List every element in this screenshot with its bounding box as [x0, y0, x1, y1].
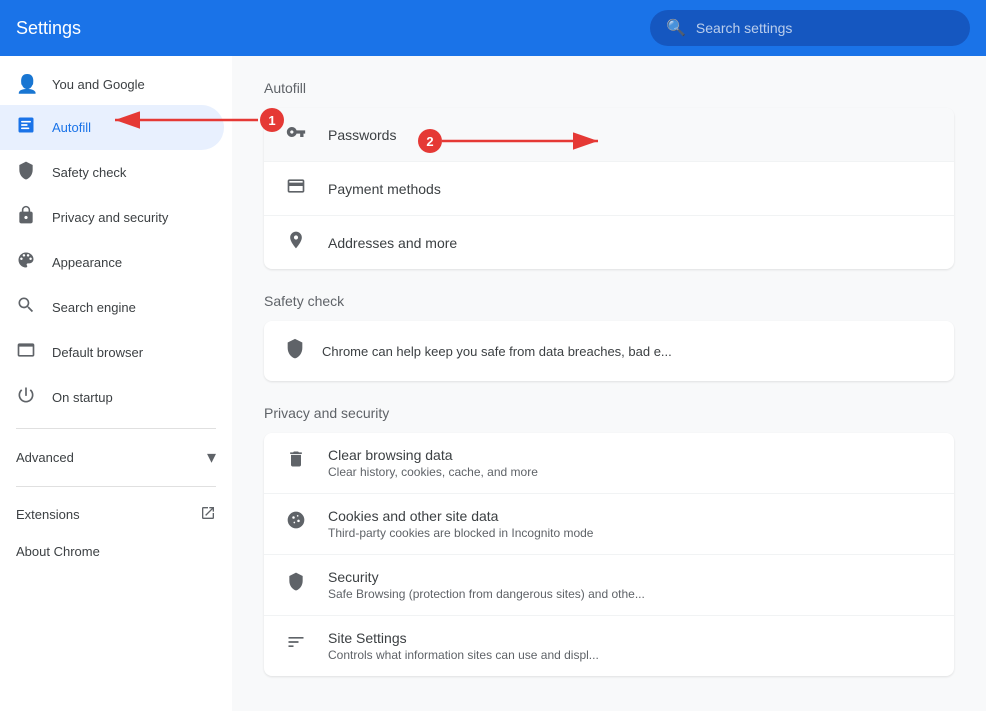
sidebar-divider-1 — [16, 428, 216, 429]
sidebar-label-search-engine: Search engine — [52, 300, 136, 315]
header: Settings 🔍 — [0, 0, 986, 56]
sidebar-label-autofill: Autofill — [52, 120, 91, 135]
privacy-security[interactable]: Security Safe Browsing (protection from … — [264, 555, 954, 616]
safety-check-card[interactable]: Chrome can help keep you safe from data … — [264, 321, 954, 381]
sidebar-label-default-browser: Default browser — [52, 345, 143, 360]
payment-label: Payment methods — [328, 181, 441, 197]
sidebar-item-appearance[interactable]: Appearance — [0, 240, 224, 285]
shield-icon — [16, 160, 36, 185]
privacy-cookies[interactable]: Cookies and other site data Third-party … — [264, 494, 954, 555]
app-title: Settings — [16, 18, 634, 39]
cookies-title: Cookies and other site data — [328, 508, 593, 524]
clear-browsing-title: Clear browsing data — [328, 447, 538, 463]
autofill-icon — [16, 115, 36, 140]
security-title: Security — [328, 569, 645, 585]
sidebar-item-autofill[interactable]: Autofill — [0, 105, 224, 150]
sidebar-label-you-and-google: You and Google — [52, 77, 145, 92]
passwords-label: Passwords — [328, 127, 396, 143]
key-icon — [284, 122, 308, 147]
privacy-site-settings[interactable]: Site Settings Controls what information … — [264, 616, 954, 676]
sidebar-divider-2 — [16, 486, 216, 487]
search-magnify-icon — [16, 295, 36, 320]
power-icon — [16, 385, 36, 410]
main-content: Autofill Passwords Payment methods — [232, 56, 986, 711]
search-bar[interactable]: 🔍 — [650, 10, 970, 46]
location-icon — [284, 230, 308, 255]
advanced-label: Advanced — [16, 450, 74, 465]
autofill-section-title: Autofill — [264, 80, 954, 100]
sidebar-item-extensions[interactable]: Extensions — [0, 495, 232, 534]
autofill-section: Passwords Payment methods Addresses and … — [264, 108, 954, 269]
chevron-down-icon: ▾ — [207, 447, 216, 468]
cookies-desc: Third-party cookies are blocked in Incog… — [328, 526, 593, 540]
person-icon: 👤 — [16, 74, 36, 95]
autofill-addresses-item[interactable]: Addresses and more — [264, 216, 954, 269]
sidebar-label-safety-check: Safety check — [52, 165, 126, 180]
privacy-section: Privacy and security Clear browsing data… — [264, 405, 954, 676]
lock-icon — [16, 205, 36, 230]
security-desc: Safe Browsing (protection from dangerous… — [328, 587, 645, 601]
sidebar-label-appearance: Appearance — [52, 255, 122, 270]
site-settings-icon — [284, 632, 308, 657]
privacy-section-title: Privacy and security — [264, 405, 954, 425]
security-content: Security Safe Browsing (protection from … — [328, 569, 645, 601]
safety-check-section: Safety check Chrome can help keep you sa… — [264, 293, 954, 381]
addresses-label: Addresses and more — [328, 235, 457, 251]
autofill-passwords-item[interactable]: Passwords — [264, 108, 954, 162]
sidebar-item-search-engine[interactable]: Search engine — [0, 285, 224, 330]
external-link-icon — [200, 505, 216, 524]
privacy-items-container: Clear browsing data Clear history, cooki… — [264, 433, 954, 676]
sidebar-label-on-startup: On startup — [52, 390, 113, 405]
security-shield-icon — [284, 571, 308, 596]
safety-check-title: Safety check — [264, 293, 954, 313]
cookie-icon — [284, 510, 308, 535]
browser-icon — [16, 340, 36, 365]
safety-shield-icon — [284, 337, 306, 365]
sidebar-item-safety-check[interactable]: Safety check — [0, 150, 224, 195]
site-settings-title: Site Settings — [328, 630, 599, 646]
sidebar-item-default-browser[interactable]: Default browser — [0, 330, 224, 375]
search-input[interactable] — [696, 20, 954, 36]
palette-icon — [16, 250, 36, 275]
safety-check-text: Chrome can help keep you safe from data … — [322, 344, 672, 359]
site-settings-content: Site Settings Controls what information … — [328, 630, 599, 662]
sidebar-label-privacy: Privacy and security — [52, 210, 168, 225]
site-settings-desc: Controls what information sites can use … — [328, 648, 599, 662]
trash-icon — [284, 449, 308, 474]
search-icon: 🔍 — [666, 18, 686, 38]
main-layout: 👤 You and Google Autofill Safety check — [0, 56, 986, 711]
cookies-content: Cookies and other site data Third-party … — [328, 508, 593, 540]
privacy-clear-browsing[interactable]: Clear browsing data Clear history, cooki… — [264, 433, 954, 494]
autofill-payment-item[interactable]: Payment methods — [264, 162, 954, 216]
clear-browsing-content: Clear browsing data Clear history, cooki… — [328, 447, 538, 479]
sidebar: 👤 You and Google Autofill Safety check — [0, 56, 232, 711]
clear-browsing-desc: Clear history, cookies, cache, and more — [328, 465, 538, 479]
sidebar-item-privacy[interactable]: Privacy and security — [0, 195, 224, 240]
sidebar-item-you-and-google[interactable]: 👤 You and Google — [0, 64, 224, 105]
extensions-label: Extensions — [16, 507, 80, 522]
sidebar-item-about-chrome[interactable]: About Chrome — [0, 534, 232, 569]
about-chrome-label: About Chrome — [16, 544, 100, 559]
app-container: Settings 🔍 👤 You and Google Autofill — [0, 0, 986, 711]
sidebar-item-on-startup[interactable]: On startup — [0, 375, 224, 420]
sidebar-advanced[interactable]: Advanced ▾ — [0, 437, 232, 478]
credit-card-icon — [284, 176, 308, 201]
